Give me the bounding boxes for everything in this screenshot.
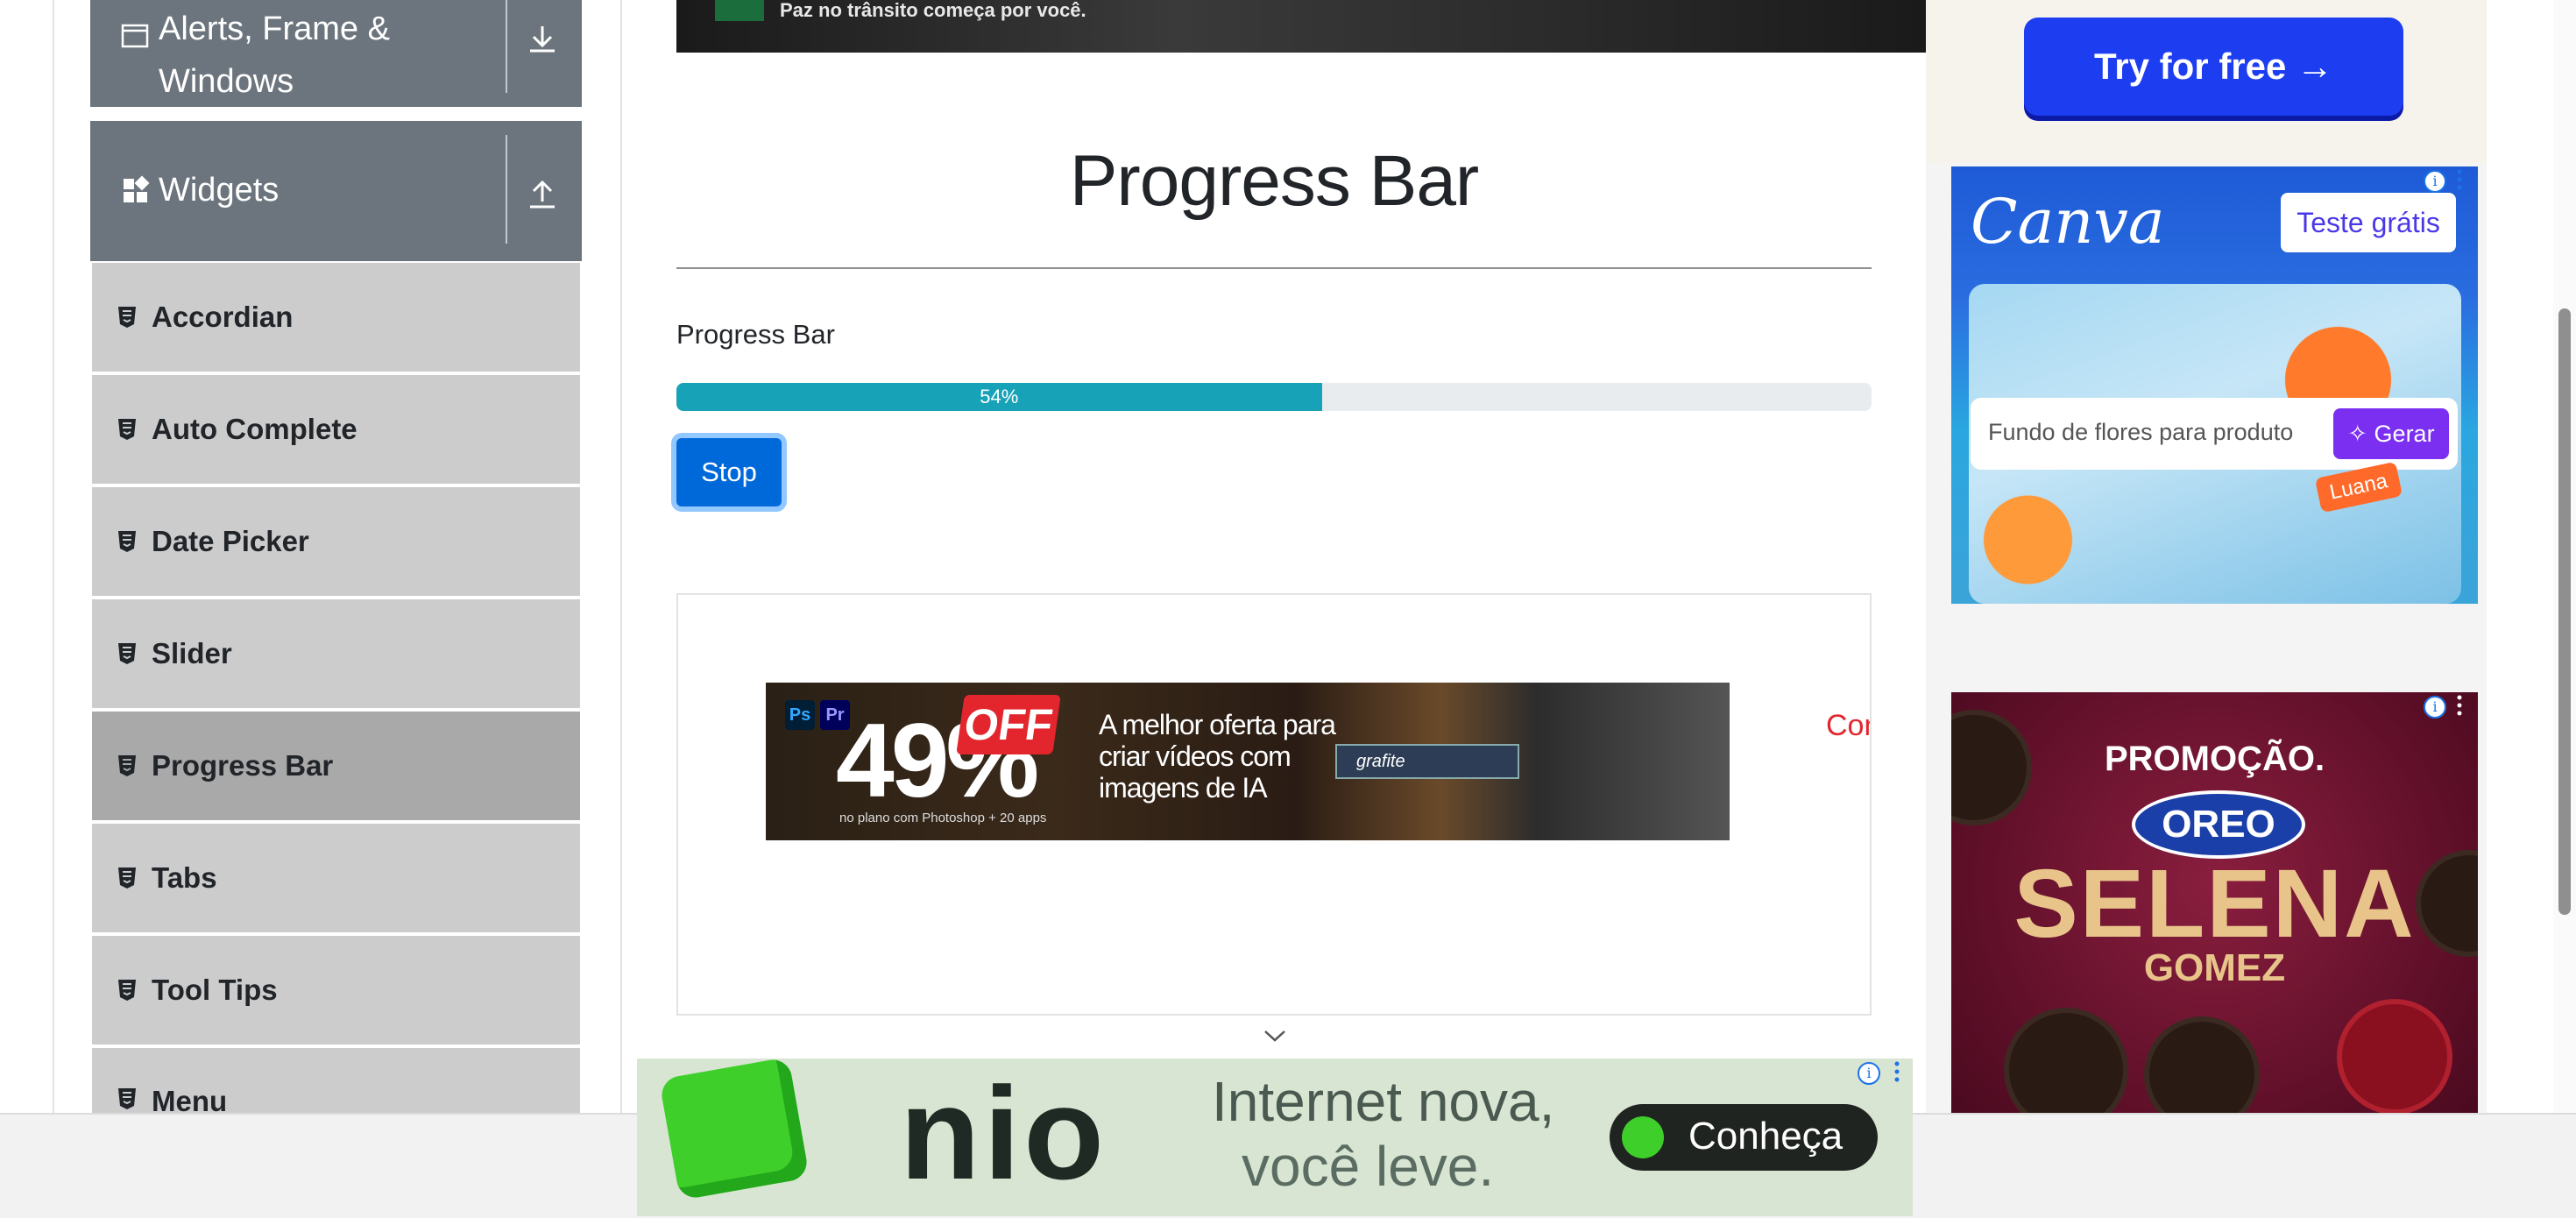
page-title: Progress Bar [1069, 141, 1480, 221]
nio-logo: nio [900, 1059, 1108, 1207]
arrow-right-icon [1622, 1116, 1664, 1158]
monitor-icon [658, 1059, 810, 1200]
canva-generate-label: Gerar [2374, 421, 2435, 447]
window-icon [121, 24, 149, 48]
ad-info-icon[interactable]: i [2424, 696, 2446, 719]
progress-bar-label: Progress Bar [676, 319, 835, 350]
sidebar-group-title: Alerts, Frame & [159, 11, 390, 47]
html5-icon [118, 531, 136, 552]
html5-icon [118, 419, 136, 440]
sidebar-item-label: Tabs [152, 861, 217, 894]
ad-search-box: grafite [1335, 744, 1519, 779]
canva-generate-button[interactable]: ✧ Gerar [2333, 408, 2449, 459]
banner-logo [715, 0, 764, 21]
ad-frame: Ps Pr 49% OFF no plano com Photoshop + 2… [676, 593, 1872, 1016]
ad-info-icon[interactable]: i [1858, 1062, 1880, 1085]
photoshop-icon: Ps [785, 700, 815, 730]
sidebar-item-label: Menu [152, 1085, 228, 1113]
nio-cta-button[interactable]: Conheça [1610, 1104, 1878, 1171]
sidebar-left-border [53, 0, 54, 1113]
sidebar-group-title-line2: Windows [159, 63, 294, 100]
title-divider [676, 267, 1872, 269]
sidebar-item-tabs[interactable]: Tabs [92, 824, 580, 932]
sidebar-item-label: Accordian [152, 301, 294, 333]
canva-prompt-box: Fundo de flores para produto ✧ Gerar [1971, 398, 2458, 470]
oreo-surname-text: GOMEZ [2143, 946, 2286, 989]
ad-menu-icon[interactable] [2457, 168, 2462, 191]
sidebar-item-accordian[interactable]: Accordian [92, 263, 580, 372]
nio-headline-line1: Internet nova, [1212, 1070, 1555, 1133]
oreo-promo-text: PROMOÇÃO. [2104, 740, 2325, 778]
canva-logo: Canva [1971, 186, 2165, 258]
page: Alerts, Frame & Windows Widgets Accordia… [0, 0, 2576, 1218]
sidebar-item-progress-bar[interactable]: Progress Bar [92, 712, 580, 820]
content-left-border [620, 0, 622, 1113]
progress-bar: 54% [676, 383, 1872, 411]
upload-icon[interactable] [521, 172, 563, 214]
html5-icon [118, 307, 136, 328]
download-icon[interactable] [521, 18, 563, 60]
ad-menu-icon[interactable] [2457, 694, 2462, 717]
sidebar-item-date-picker[interactable]: Date Picker [92, 487, 580, 596]
group-divider [506, 0, 507, 93]
try-for-free-button[interactable]: Try for free → [2024, 18, 2403, 116]
nio-ad[interactable]: nio Internet nova, você leve. Conheça [637, 1059, 1913, 1216]
html5-icon [118, 980, 136, 1001]
group-divider [506, 135, 507, 244]
sidebar-group-alerts-frame-windows[interactable]: Alerts, Frame & Windows [90, 0, 582, 107]
canva-trial-button[interactable]: Teste grátis [2281, 193, 2456, 252]
stop-button[interactable]: Stop [676, 438, 782, 506]
headphones-image [2337, 999, 2452, 1113]
nio-headline-line2: você leve. [1242, 1135, 1495, 1198]
top-banner-ad[interactable]: Paz no trânsito começa por você. [676, 0, 1926, 53]
html5-icon [118, 867, 136, 889]
sidebar-group-widgets[interactable]: Widgets [90, 121, 582, 261]
sidebar-item-tool-tips[interactable]: Tool Tips [92, 936, 580, 1045]
widgets-icon [124, 175, 150, 202]
cookie-image [2144, 1016, 2260, 1113]
sidebar-item-label: Slider [152, 637, 232, 669]
oreo-ad[interactable]: PROMOÇÃO. OREO SELENA GOMEZ [1951, 692, 2478, 1113]
canva-prompt-text: Fundo de flores para produto [1988, 419, 2294, 445]
sidebar-item-auto-complete[interactable]: Auto Complete [92, 375, 580, 484]
sidebar-item-menu[interactable]: Menu [92, 1048, 580, 1113]
sidebar-item-slider[interactable]: Slider [92, 599, 580, 708]
chevron-down-icon[interactable] [1262, 1027, 1288, 1045]
nio-cta-label: Conheça [1688, 1115, 1844, 1158]
ad-info-icon[interactable]: i [2424, 170, 2446, 193]
ad-menu-icon[interactable] [1894, 1060, 1900, 1083]
sidebar-group-title: Widgets [159, 172, 280, 209]
html5-icon [118, 643, 136, 664]
discount-subtext: no plano com Photoshop + 20 apps [839, 811, 1047, 825]
adobe-ad-next-slide[interactable]: A Compre [1826, 709, 1870, 743]
off-badge: OFF [956, 695, 1061, 754]
banner-text: Paz no trânsito começa por você. [780, 0, 1086, 21]
html5-icon [118, 755, 136, 776]
cookie-image [2004, 1008, 2128, 1113]
scrollbar-thumb[interactable] [2558, 308, 2571, 915]
adobe-cta-text: Compre [1826, 709, 1870, 742]
canva-ad[interactable]: Canva Teste grátis Fundo de flores para … [1951, 166, 2478, 604]
sidebar-item-label: Auto Complete [152, 413, 357, 445]
offer-text: A melhor oferta para criar vídeos com im… [1099, 709, 1336, 804]
sidebar-item-label: Progress Bar [152, 749, 334, 782]
progress-bar-fill: 54% [676, 383, 1322, 411]
html5-icon [118, 1088, 136, 1109]
sidebar-item-label: Date Picker [152, 525, 309, 557]
sidebar-item-label: Tool Tips [152, 974, 278, 1006]
oreo-name-text: SELENA [2013, 850, 2416, 958]
adobe-ad-banner[interactable]: Ps Pr 49% OFF no plano com Photoshop + 2… [766, 683, 1730, 840]
